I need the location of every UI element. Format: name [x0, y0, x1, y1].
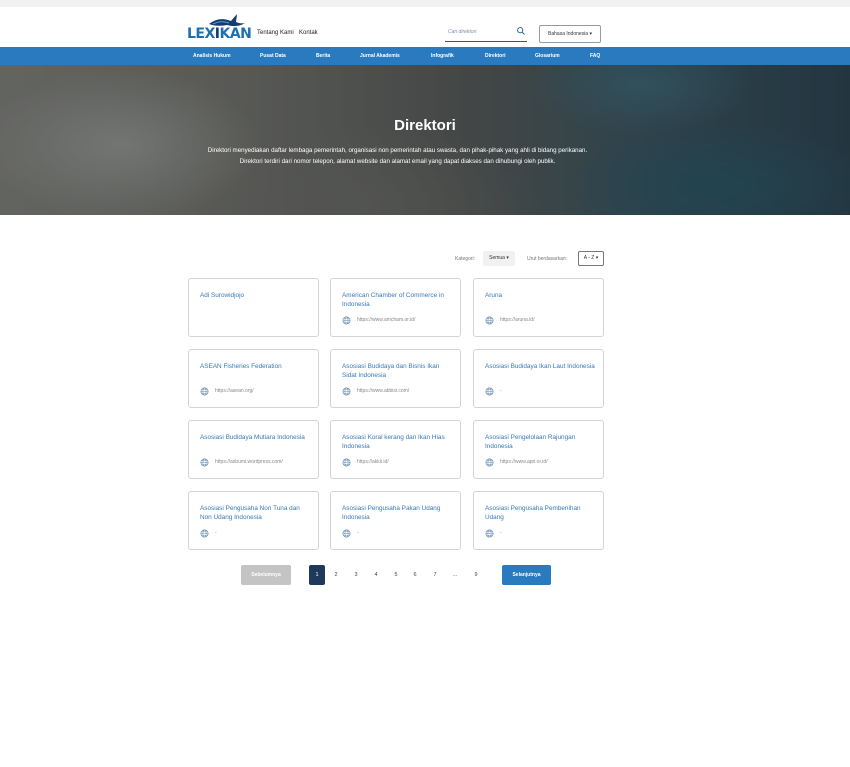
card-url[interactable]: https://www.abbisi.com/ [357, 388, 409, 394]
language-select[interactable]: Bahasa Indonesia ▾ [539, 25, 601, 43]
card-title[interactable]: Asosiasi Pengelolaan Rajungan Indonesia [485, 433, 597, 451]
card-url[interactable]: https://www.apri.or.id/ [500, 459, 548, 465]
lexikan-logo[interactable]: LEXIKAN [187, 12, 252, 42]
search-icon[interactable] [516, 26, 526, 36]
nav-analisis-hukum[interactable]: Analisis Hukum [193, 53, 231, 59]
next-page-button[interactable]: Selanjutnya [502, 565, 551, 585]
category-dropdown[interactable]: Semua ▾ [483, 251, 515, 266]
nav-jurnal-akademis[interactable]: Jurnal Akademis [360, 53, 400, 59]
page-number[interactable]: 9 [468, 565, 484, 585]
card-url[interactable]: https://asbumi.wordpress.com/ [215, 459, 283, 465]
search-input[interactable] [448, 27, 514, 37]
directory-card[interactable]: Asosiasi Pengusaha Pembenihan Udang - [473, 491, 604, 550]
directory-card[interactable]: Adi Surowidjojo [188, 278, 319, 337]
card-url: - [500, 388, 502, 394]
directory-card[interactable]: Asosiasi Budidaya Mutiara Indonesia https… [188, 420, 319, 479]
nav-infografik[interactable]: Infografik [431, 53, 454, 59]
nav-glosarium[interactable]: Glosarium [535, 53, 560, 59]
page-number[interactable]: 2 [328, 565, 344, 585]
card-url: - [215, 530, 217, 536]
card-url: - [357, 530, 359, 536]
link-kontak[interactable]: Kontak [299, 30, 318, 36]
card-url[interactable]: https://aruna.id/ [500, 317, 534, 323]
page-number[interactable]: 7 [427, 565, 443, 585]
directory-card[interactable]: Aruna https://aruna.id/ [473, 278, 604, 337]
directory-card[interactable]: American Chamber of Commerce in Indonesi… [330, 278, 461, 337]
card-title[interactable]: American Chamber of Commerce in Indonesi… [342, 291, 454, 309]
card-title[interactable]: ASEAN Fisheries Federation [200, 362, 312, 371]
hero-banner: Direktori Direktori menyediakan daftar l… [0, 65, 850, 215]
logo-wordmark: LEXIKAN [187, 26, 252, 42]
page-title: Direktori [394, 117, 456, 134]
main-nav: Analisis Hukum Pusat Data Berita Jurnal … [0, 47, 850, 65]
directory-card[interactable]: Asosiasi Budidaya dan Bisnis Ikan Sidat … [330, 349, 461, 408]
site-header: LEXIKAN Tentang Kami Kontak Bahasa Indon… [0, 7, 850, 47]
category-label: Kategori: [455, 256, 476, 262]
card-url[interactable]: https://akkii.id/ [357, 459, 389, 465]
card-url[interactable]: https://asean.org/ [215, 388, 254, 394]
card-title[interactable]: Adi Surowidjojo [200, 291, 312, 300]
sort-dropdown[interactable]: A - Z ▾ [578, 251, 604, 266]
page-number[interactable]: 3 [348, 565, 364, 585]
prev-page-button[interactable]: Sebelumnya [241, 565, 291, 585]
card-title[interactable]: Asosiasi Pengusaha Pembenihan Udang [485, 504, 597, 522]
nav-direktori[interactable]: Direktori [485, 53, 506, 59]
directory-card[interactable]: Asosiasi Pengusaha Pakan Udang Indonesia… [330, 491, 461, 550]
directory-card[interactable]: Asosiasi Koral kerang dan Ikan Hias Indo… [330, 420, 461, 479]
nav-pusat-data[interactable]: Pusat Data [260, 53, 286, 59]
sort-label: Urut berdasarkan: [527, 256, 568, 262]
card-title[interactable]: Aruna [485, 291, 597, 300]
directory-card[interactable]: Asosiasi Budidaya Ikan Laut Indonesia - [473, 349, 604, 408]
link-tentang-kami[interactable]: Tentang Kami [257, 30, 294, 36]
card-url: - [500, 530, 502, 536]
page-number[interactable]: 1 [309, 565, 325, 585]
nav-berita[interactable]: Berita [316, 53, 330, 59]
page-description: Direktori menyediakan daftar lembaga pem… [207, 147, 588, 165]
page-ellipsis: ... [452, 572, 458, 578]
top-strip [0, 0, 850, 7]
card-title[interactable]: Asosiasi Pengusaha Non Tuna dan Non Udan… [200, 504, 312, 522]
directory-card[interactable]: ASEAN Fisheries Federation https://asean.… [188, 349, 319, 408]
directory-card[interactable]: Asosiasi Pengelolaan Rajungan Indonesia h… [473, 420, 604, 479]
hero-overlay [0, 65, 850, 215]
directory-card[interactable]: Asosiasi Pengusaha Non Tuna dan Non Udan… [188, 491, 319, 550]
card-title[interactable]: Asosiasi Budidaya dan Bisnis Ikan Sidat … [342, 362, 454, 380]
page-number[interactable]: 6 [407, 565, 423, 585]
card-url[interactable]: https://www.amcham.or.id/ [357, 317, 415, 323]
card-title[interactable]: Asosiasi Koral kerang dan Ikan Hias Indo… [342, 433, 454, 451]
nav-faq[interactable]: FAQ [590, 53, 600, 59]
page-number[interactable]: 5 [388, 565, 404, 585]
card-title[interactable]: Asosiasi Pengusaha Pakan Udang Indonesia [342, 504, 454, 522]
search-box [445, 24, 527, 42]
card-title[interactable]: Asosiasi Budidaya Ikan Laut Indonesia [485, 362, 597, 371]
card-title[interactable]: Asosiasi Budidaya Mutiara Indonesia [200, 433, 312, 442]
page-number[interactable]: 4 [368, 565, 384, 585]
